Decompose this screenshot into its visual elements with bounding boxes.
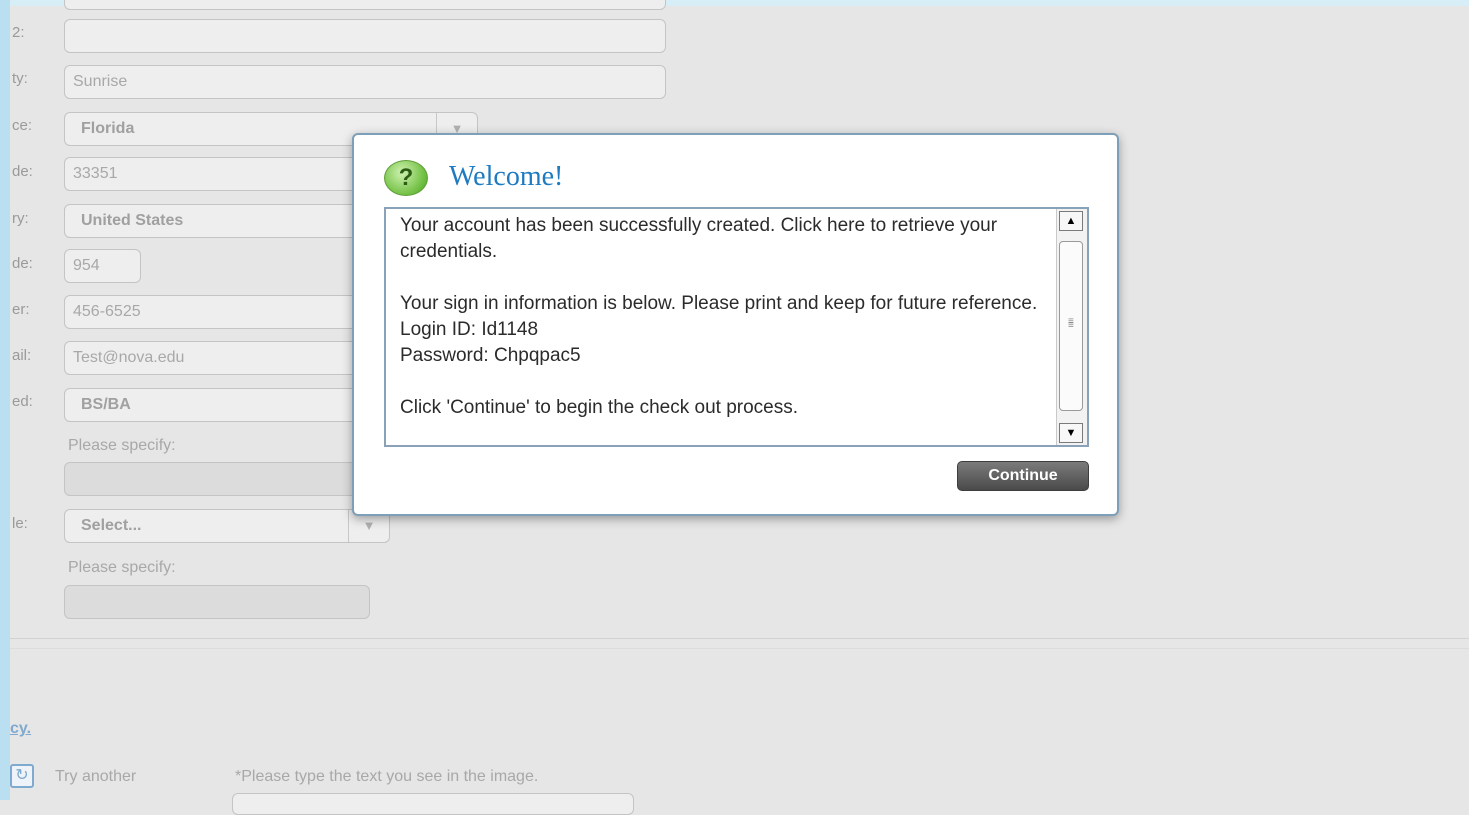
continue-button[interactable]: Continue [957,461,1089,491]
area-code-field[interactable]: 954 [64,249,141,283]
state-select-value: Florida [81,120,135,137]
continue-instruction-text: Click 'Continue' to begin the check out … [400,397,799,418]
title-select[interactable]: Select... ▼ [64,509,390,543]
title-label: le: [12,515,28,532]
zip-code-label: de: [12,163,33,180]
address-line-1-field[interactable] [64,0,666,10]
degree-select[interactable]: BS/BA [64,388,364,422]
address-line-2-label: 2: [12,24,25,41]
refresh-icon[interactable]: ↻ [10,764,34,788]
section-divider [10,648,1469,649]
message-textarea[interactable]: Your account has been successfully creat… [384,207,1089,447]
email-label: ail: [12,347,32,364]
captcha-input[interactable] [232,793,634,815]
section-divider [10,638,1469,639]
question-icon: ? [384,160,428,196]
welcome-dialog: ? Welcome! Your account has been success… [352,133,1119,516]
zip-code-field[interactable]: 33351 [64,157,364,191]
message-scrollbar[interactable]: ▲ ≡ ≡ ▼ [1056,209,1087,445]
please-specify-label: Please specify: [68,559,176,576]
email-field[interactable]: Test@nova.edu [64,341,364,375]
sign-in-info-text: Your sign in information is below. Pleas… [400,293,1038,314]
title-specify-field[interactable] [64,585,370,619]
phone-number-field[interactable]: 456-6525 [64,295,364,329]
login-id-text: Login ID: Id1148 [400,319,539,340]
password-text: Password: Chpqpac5 [400,345,581,366]
dialog-title: Welcome! [449,161,564,192]
try-another-link[interactable]: Try another [55,768,136,786]
area-code-label: de: [12,255,33,272]
privacy-policy-link[interactable]: cy. [10,720,31,738]
scroll-up-arrow-icon[interactable]: ▲ [1059,211,1083,231]
message-content: Your account has been successfully creat… [400,213,1040,421]
captcha-instruction: *Please type the text you see in the ima… [235,768,539,785]
country-select[interactable]: United States [64,204,364,238]
city-label: ty: [12,70,28,87]
title-select-value: Select... [81,517,142,534]
scroll-thumb[interactable]: ≡ ≡ [1059,241,1083,411]
please-specify-label: Please specify: [68,437,176,454]
scroll-down-arrow-icon[interactable]: ▼ [1059,423,1083,443]
phone-number-label: er: [12,301,30,318]
account-created-text[interactable]: Your account has been successfully creat… [400,213,1040,265]
city-field[interactable]: Sunrise [64,65,666,99]
state-label: ce: [12,117,33,134]
address-line-2-field[interactable] [64,19,666,53]
degree-label: ed: [12,393,33,410]
degree-specify-field[interactable] [64,462,364,496]
country-label: ry: [12,210,29,227]
grip-icon: ≡ ≡ [1068,316,1074,331]
